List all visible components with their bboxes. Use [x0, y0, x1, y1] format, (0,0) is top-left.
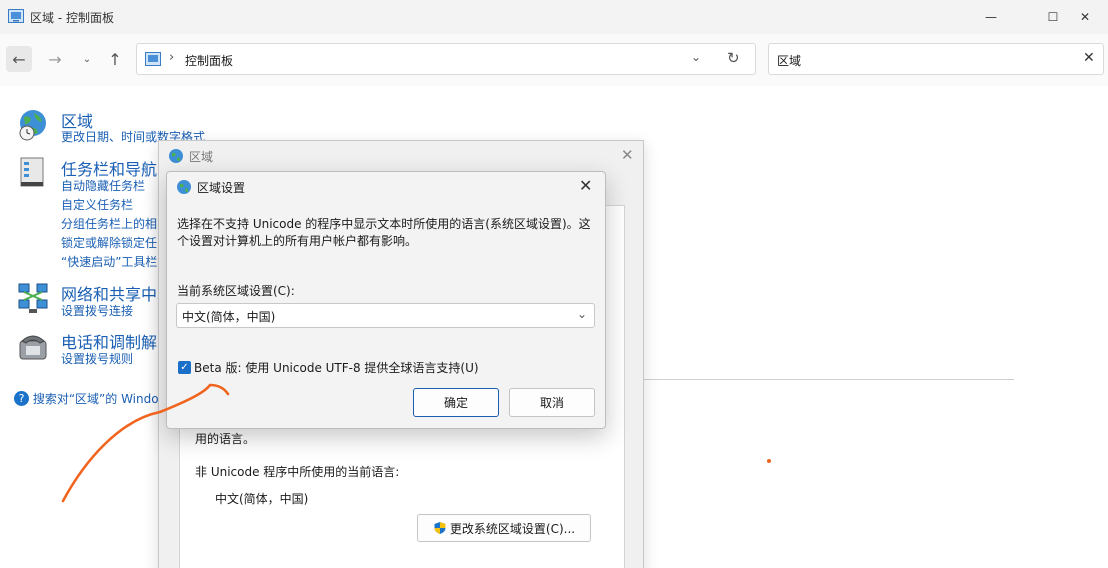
- windows-help-search-link[interactable]: ? 搜索对“区域”的 Windows: [14, 390, 175, 407]
- back-button[interactable]: ←: [6, 46, 32, 72]
- arrow-right-icon: →: [48, 49, 62, 69]
- beta-utf8-checkbox[interactable]: ✓: [178, 361, 191, 374]
- close-icon: ✕: [1079, 10, 1091, 24]
- address-dropdown-icon[interactable]: ⌄: [691, 50, 701, 64]
- close-window-button[interactable]: ✕: [1062, 0, 1108, 34]
- search-box[interactable]: 区域 ✕: [768, 43, 1104, 75]
- taskbar-icon: [20, 157, 44, 187]
- help-icon: ?: [14, 391, 29, 406]
- category-link[interactable]: 自定义任务栏: [61, 196, 133, 213]
- minimize-icon: —: [985, 10, 997, 24]
- chevron-down-icon: ⌄: [577, 307, 588, 321]
- phone-icon: [19, 335, 47, 360]
- control-panel-icon: [8, 9, 24, 23]
- control-panel-icon: [145, 52, 161, 66]
- search-input[interactable]: 区域: [777, 52, 801, 69]
- category-link[interactable]: 设置拨号规则: [61, 350, 133, 367]
- category-link[interactable]: 设置拨号连接: [61, 302, 133, 319]
- dialog-title: 区域: [189, 150, 214, 164]
- cancel-button[interactable]: 取消: [509, 388, 595, 417]
- maximize-icon: ☐: [1047, 10, 1059, 24]
- chevron-down-icon: ⌄: [82, 53, 92, 65]
- ok-button[interactable]: 确定: [413, 388, 499, 417]
- dialog-title: 区域设置: [197, 181, 246, 195]
- category-link[interactable]: 自动隐藏任务栏: [61, 177, 145, 194]
- close-icon[interactable]: ✕: [621, 146, 634, 164]
- current-locale-label: 当前系统区域设置(C):: [177, 284, 295, 298]
- window-title: 区域 - 控制面板: [30, 11, 114, 25]
- title-bar: 区域 - 控制面板 — ☐ ✕: [0, 0, 1108, 34]
- arrow-up-icon: ↑: [108, 49, 122, 69]
- clear-search-icon[interactable]: ✕: [1083, 50, 1095, 66]
- system-locale-select[interactable]: 中文(简体，中国) ⌄: [176, 303, 595, 328]
- globe-clock-icon: [19, 110, 46, 141]
- current-language-label: 非 Unicode 程序中所使用的当前语言:: [195, 465, 400, 479]
- minimize-button[interactable]: —: [968, 0, 1014, 34]
- locale-description: 选择在不支持 Unicode 的程序中显示文本时所使用的语言(系统区域设置)。这…: [177, 217, 591, 248]
- category-link[interactable]: “快速启动”工具栏: [61, 253, 157, 270]
- arrow-left-icon: ←: [12, 49, 26, 69]
- current-language-value: 中文(简体，中国): [215, 492, 309, 506]
- close-icon[interactable]: ✕: [579, 176, 592, 195]
- network-icon: [18, 283, 48, 313]
- category-link[interactable]: 锁定或解除锁定任: [61, 234, 157, 251]
- recent-locations-button[interactable]: ⌄: [74, 46, 100, 72]
- uac-shield-icon: [434, 522, 446, 534]
- forward-button[interactable]: →: [42, 46, 68, 72]
- panel-partial-text: 用的语言。: [195, 432, 256, 446]
- globe-icon: [169, 149, 183, 163]
- change-locale-label: 更改系统区域设置(C)...: [449, 521, 576, 536]
- breadcrumb-chevron-icon[interactable]: ›: [169, 50, 174, 65]
- navigation-bar: ← → ⌄ ↑ › 控制面板 ⌄ ↻ 区域 ✕: [0, 34, 1108, 86]
- category-link[interactable]: 分组任务栏上的相: [61, 215, 157, 232]
- system-locale-value: 中文(简体，中国): [182, 310, 276, 324]
- breadcrumb-control-panel[interactable]: 控制面板: [185, 52, 233, 69]
- address-bar[interactable]: › 控制面板 ⌄ ↻: [136, 43, 756, 75]
- divider: [640, 379, 1014, 380]
- annotation-dot: [767, 459, 771, 463]
- change-system-locale-button[interactable]: 更改系统区域设置(C)...: [417, 514, 591, 542]
- region-settings-dialog: 区域设置 ✕ 选择在不支持 Unicode 的程序中显示文本时所使用的语言(系统…: [166, 171, 606, 429]
- up-button[interactable]: ↑: [102, 46, 128, 72]
- help-link-text[interactable]: 搜索对“区域”的 Windows: [33, 392, 175, 406]
- beta-utf8-label[interactable]: Beta 版: 使用 Unicode UTF-8 提供全球语言支持(U): [194, 359, 479, 376]
- refresh-icon[interactable]: ↻: [727, 49, 740, 67]
- globe-icon: [177, 180, 191, 194]
